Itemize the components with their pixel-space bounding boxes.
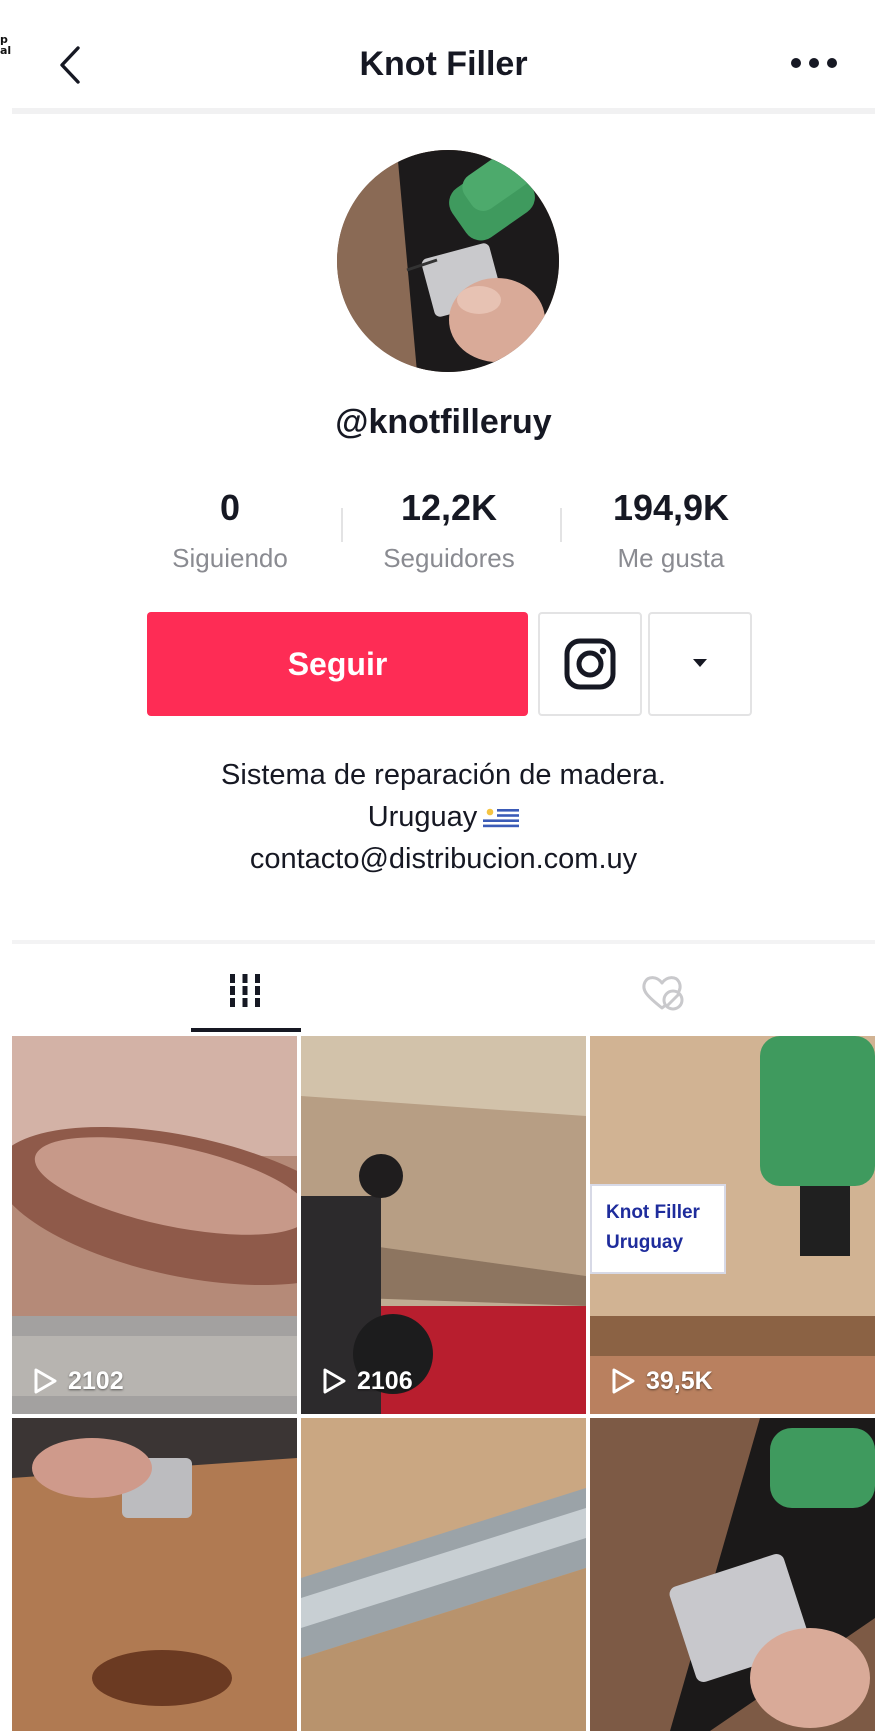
view-count-value: 39,5K (646, 1367, 713, 1395)
video-thumbnail[interactable] (301, 1418, 586, 1731)
play-icon (34, 1368, 57, 1394)
profile-screen: Knot Filler @knotfilleruy 0 Siguiendo 12… (12, 0, 875, 1731)
video-preview-image (590, 1418, 875, 1731)
view-count-value: 2102 (68, 1367, 124, 1395)
follow-button[interactable]: Seguir (147, 612, 528, 716)
caret-down-icon (693, 659, 707, 667)
followers-label: Seguidores (383, 543, 515, 573)
corner-glyph: p al (0, 34, 12, 57)
overlay-line-2: Uruguay (606, 1232, 684, 1253)
view-count: 39,5K (610, 1366, 713, 1396)
stat-likes: 194,9K Me gusta (586, 486, 756, 576)
view-count: 2102 (32, 1366, 124, 1396)
video-thumbnail[interactable]: Knot Filler Uruguay 39,5K (590, 1036, 875, 1414)
play-icon (612, 1368, 635, 1394)
header: Knot Filler (12, 0, 875, 110)
stat-divider (341, 508, 343, 542)
video-grid: 2102 2106 Knot Filler Uruguay 39,5K (12, 1036, 875, 1731)
video-preview-image (12, 1418, 297, 1731)
video-text-overlay: Knot Filler Uruguay (590, 1184, 726, 1274)
bio-line-2: Uruguay (12, 796, 875, 838)
stat-followers[interactable]: 12,2K Seguidores (364, 486, 534, 576)
header-divider (12, 108, 875, 114)
instagram-button[interactable] (538, 612, 642, 716)
avatar[interactable] (337, 150, 559, 372)
view-count-value: 2106 (357, 1367, 413, 1395)
grid-icon (230, 974, 260, 1007)
video-preview-image (12, 1036, 297, 1414)
stat-following[interactable]: 0 Siguiendo (162, 486, 298, 576)
video-preview-image (301, 1036, 586, 1414)
following-count: 0 (219, 487, 241, 528)
suggested-accounts-button[interactable] (648, 612, 752, 716)
likes-label: Me gusta (617, 543, 725, 573)
username: @knotfilleruy (335, 403, 552, 441)
uruguay-flag-icon (483, 806, 520, 831)
play-icon (323, 1368, 346, 1394)
video-thumbnail[interactable] (12, 1418, 297, 1731)
stat-divider (560, 508, 562, 542)
followers-count: 12,2K (400, 487, 498, 528)
tab-videos[interactable] (190, 962, 300, 1032)
video-preview-image (301, 1418, 586, 1731)
left-gutter (0, 0, 12, 1731)
active-tab-indicator (191, 1028, 301, 1032)
bio: Sistema de reparación de madera. Uruguay… (12, 754, 875, 880)
tab-liked[interactable] (607, 962, 717, 1032)
likes-count: 194,9K (612, 487, 730, 528)
overlay-line-1: Knot Filler (606, 1202, 700, 1223)
video-thumbnail[interactable] (590, 1418, 875, 1731)
video-thumbnail[interactable]: 2102 (12, 1036, 297, 1414)
hidden-heart-icon (642, 976, 684, 1011)
following-label: Siguiendo (172, 543, 288, 573)
bio-country: Uruguay (367, 801, 478, 833)
instagram-icon (564, 638, 616, 690)
bio-line-1: Sistema de reparación de madera. (221, 759, 666, 791)
page-title: Knot Filler (359, 45, 528, 83)
video-thumbnail[interactable]: 2106 (301, 1036, 586, 1414)
tabs-divider (12, 940, 875, 944)
view-count: 2106 (321, 1366, 413, 1396)
bio-email[interactable]: contacto@distribucion.com.uy (12, 838, 875, 880)
more-options-icon[interactable] (787, 50, 841, 76)
